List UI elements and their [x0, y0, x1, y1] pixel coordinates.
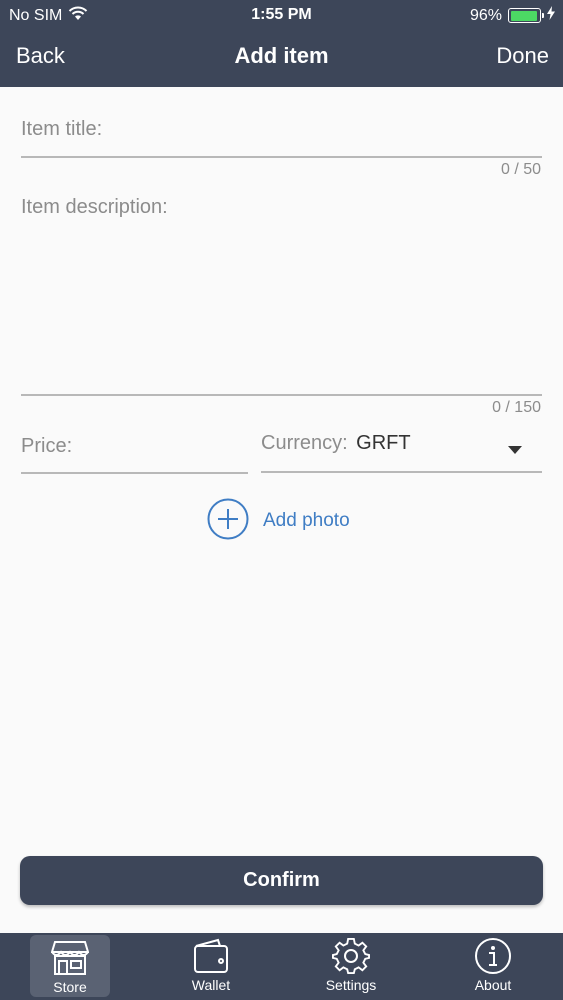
tab-store-label: Store — [53, 979, 87, 995]
wallet-icon — [191, 937, 231, 975]
currency-select[interactable]: Currency: GRFT — [261, 432, 542, 474]
battery-percent: 96% — [469, 6, 502, 24]
item-title-field[interactable]: Item title: — [21, 118, 542, 159]
charging-icon — [547, 6, 555, 25]
item-description-placeholder: Item description: — [21, 196, 168, 218]
item-description-counter: 0 / 150 — [492, 399, 541, 416]
battery-status: 96% — [470, 6, 555, 25]
tab-settings-label: Settings — [325, 977, 377, 993]
add-photo-button[interactable]: Add photo — [207, 498, 350, 545]
done-button[interactable]: Done — [496, 43, 549, 69]
tab-wallet[interactable]: Wallet — [171, 933, 251, 1000]
item-description-field[interactable]: Item description: — [21, 196, 542, 397]
status-bar: No SIM 1:55 PM 96% — [0, 0, 563, 30]
battery-fill — [510, 10, 538, 21]
tab-wallet-label: Wallet — [191, 977, 231, 993]
tab-bar: Store Wallet Settings About — [0, 933, 563, 1000]
add-photo-label: Add photo — [263, 510, 350, 531]
item-title-placeholder: Item title: — [21, 118, 103, 140]
price-field[interactable]: Price: — [21, 435, 248, 475]
currency-value: GRFT — [356, 432, 411, 454]
tab-about-label: About — [474, 977, 512, 993]
tab-store[interactable]: Store — [30, 935, 110, 997]
tab-about[interactable]: About — [453, 933, 533, 1000]
price-placeholder: Price: — [21, 435, 73, 457]
item-title-counter: 0 / 50 — [500, 161, 541, 178]
page-title: Add item — [234, 43, 329, 68]
info-icon — [473, 937, 513, 975]
confirm-button[interactable]: Confirm — [20, 856, 543, 905]
gear-icon — [331, 937, 371, 975]
store-icon — [50, 939, 90, 977]
chevron-down-icon — [508, 441, 522, 459]
currency-label: Currency: — [261, 432, 348, 454]
back-button[interactable]: Back — [16, 43, 65, 69]
header: No SIM 1:55 PM 96% Back Add item Done — [0, 0, 563, 87]
tab-settings[interactable]: Settings — [311, 933, 391, 1000]
add-circle-icon — [207, 498, 249, 545]
nav-bar: Back Add item Done — [0, 30, 563, 87]
battery-icon — [508, 8, 544, 23]
